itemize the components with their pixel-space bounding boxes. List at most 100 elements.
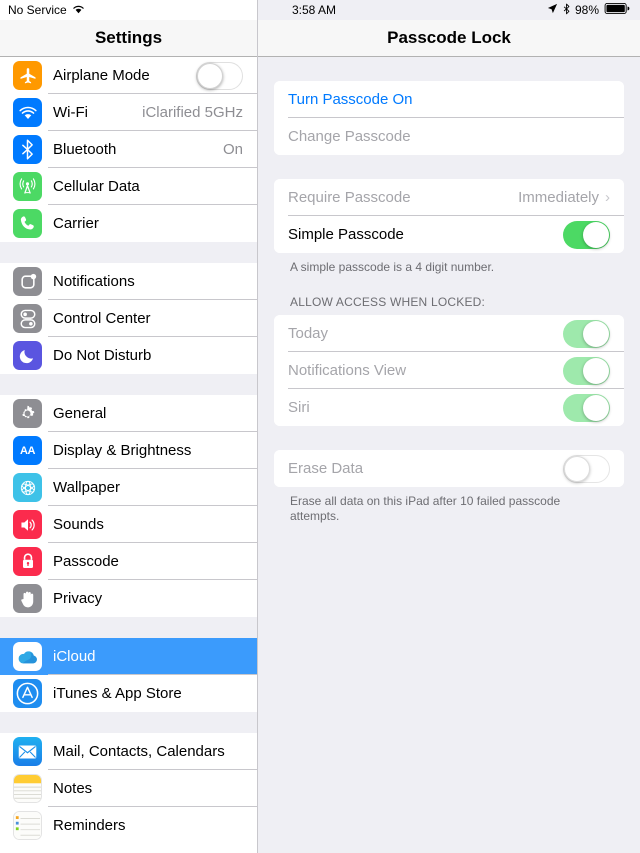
sidebar-item-icloud[interactable]: iCloud [0,638,257,675]
passcode-actions-card: Turn Passcode On Change Passcode [274,81,624,155]
change-passcode-row[interactable]: Change Passcode [274,118,624,155]
app-store-icon [13,679,42,708]
erase-data-row[interactable]: Erase Data [274,450,624,487]
sidebar-item-label: Wi-Fi [53,104,88,121]
moon-icon [13,341,42,370]
sidebar-item-wallpaper[interactable]: Wallpaper [0,469,257,506]
notifications-icon [13,267,42,296]
speaker-icon [13,510,42,539]
sidebar-item-airplane-mode[interactable]: Airplane Mode [0,57,257,94]
sidebar-item-label: Privacy [53,590,103,607]
sidebar-item-notes[interactable]: Notes [0,770,257,807]
sidebar-item-do-not-disturb[interactable]: Do Not Disturb [0,337,257,374]
location-arrow-icon [547,3,558,17]
sidebar-item-label: Cellular Data [53,178,140,195]
icloud-icon [13,642,42,671]
mail-icon [13,737,42,766]
erase-data-footnote: Erase all data on this iPad after 10 fai… [290,494,561,523]
simple-passcode-row[interactable]: Simple Passcode [274,216,624,253]
detail-navbar: Passcode Lock [258,20,640,57]
wifi-icon [13,98,42,127]
wifi-icon [72,3,85,17]
sidebar-section-connectivity: Airplane Mode Wi-Fi iClarified 5GHz Blue… [0,57,257,242]
bluetooth-icon [13,135,42,164]
display-brightness-icon: AA [13,436,42,465]
airplane-mode-switch[interactable] [196,61,243,90]
sidebar-item-label: Reminders [53,817,126,834]
sidebar-item-itunes-app-store[interactable]: iTunes & App Store [0,675,257,712]
hand-icon [13,584,42,613]
carrier-label: No Service [8,3,67,17]
airplane-icon [13,61,42,90]
settings-sidebar: No Service Settings Airplane Mode Wi-Fi … [0,0,258,853]
today-switch[interactable] [563,319,610,348]
sidebar-item-label: Airplane Mode [53,67,150,84]
wifi-network-value: iClarified 5GHz [142,104,243,121]
sidebar-item-passcode[interactable]: Passcode [0,543,257,580]
require-passcode-row[interactable]: Require Passcode Immediately › [274,179,624,216]
sidebar-section-system: General AA Display & Brightness Wallpape… [0,395,257,617]
sidebar-item-privacy[interactable]: Privacy [0,580,257,617]
sidebar-item-bluetooth[interactable]: Bluetooth On [0,131,257,168]
sidebar-item-label: General [53,405,107,422]
sidebar-section-gap [0,617,257,638]
siri-switch[interactable] [563,393,610,422]
sidebar-item-label: Passcode [53,553,119,570]
ipad-settings-screen: No Service Settings Airplane Mode Wi-Fi … [0,0,640,853]
clock-label: 3:58 AM [292,3,337,17]
sidebar-item-display-brightness[interactable]: AA Display & Brightness [0,432,257,469]
sidebar-section-gap [0,712,257,733]
today-label: Today [288,325,329,342]
cellular-icon [13,172,42,201]
siri-row[interactable]: Siri [274,389,624,426]
sidebar-item-label: Control Center [53,310,151,327]
wallpaper-icon [13,473,42,502]
require-passcode-value: Immediately [518,189,599,206]
sidebar-item-control-center[interactable]: Control Center [0,300,257,337]
sidebar-item-label: Do Not Disturb [53,347,152,364]
sidebar-item-notifications[interactable]: Notifications [0,263,257,300]
sidebar-item-mail-contacts-calendars[interactable]: Mail, Contacts, Calendars [0,733,257,770]
passcode-options-card: Require Passcode Immediately › Simple Pa… [274,179,624,253]
sidebar-item-sounds[interactable]: Sounds [0,506,257,543]
sidebar-item-label: Bluetooth [53,141,117,158]
turn-passcode-on-row[interactable]: Turn Passcode On [274,81,624,118]
passcode-lock-detail-panel: 3:58 AM 98% Passcode Lock Turn Passcode … [258,0,640,853]
simple-passcode-footnote: A simple passcode is a 4 digit number. [290,260,495,274]
sidebar-item-reminders[interactable]: Reminders [0,807,257,844]
erase-data-card: Erase Data [274,450,624,487]
sidebar-section-alerts: Notifications Control Center Do Not Dist… [0,263,257,374]
sidebar-item-label: Display & Brightness [53,442,192,459]
detail-page-title: Passcode Lock [387,28,511,47]
erase-data-label: Erase Data [288,460,364,477]
simple-passcode-switch[interactable] [563,220,610,249]
allow-access-card: Today Notifications View Siri [274,315,624,426]
change-passcode-label: Change Passcode [288,128,411,145]
require-passcode-label: Require Passcode [288,189,411,206]
notifications-view-switch[interactable] [563,356,610,385]
siri-label: Siri [288,399,310,416]
lock-icon [13,547,42,576]
sidebar-item-label: Mail, Contacts, Calendars [53,743,225,760]
sidebar-item-label: iTunes & App Store [53,685,182,702]
battery-percent-label: 98% [574,3,599,17]
erase-data-switch[interactable] [563,454,610,483]
sidebar-section-gap [0,242,257,263]
sidebar-item-label: Sounds [53,516,104,533]
sidebar-item-cellular-data[interactable]: Cellular Data [0,168,257,205]
status-bar-right: 3:58 AM 98% [258,0,640,20]
sidebar-item-carrier[interactable]: Carrier [0,205,257,242]
bluetooth-state-value: On [222,141,243,158]
status-bar-left: No Service [0,0,257,20]
sidebar-item-wifi[interactable]: Wi-Fi iClarified 5GHz [0,94,257,131]
notifications-view-row[interactable]: Notifications View [274,352,624,389]
allow-access-header: ALLOW ACCESS WHEN LOCKED: [290,295,486,309]
today-row[interactable]: Today [274,315,624,352]
sidebar-section-apps: Mail, Contacts, Calendars Notes Reminder… [0,733,257,844]
sidebar-item-label: Wallpaper [53,479,120,496]
gear-icon [13,399,42,428]
phone-icon [13,209,42,238]
battery-icon [604,3,630,17]
sidebar-navbar: Settings [0,20,257,57]
sidebar-item-general[interactable]: General [0,395,257,432]
